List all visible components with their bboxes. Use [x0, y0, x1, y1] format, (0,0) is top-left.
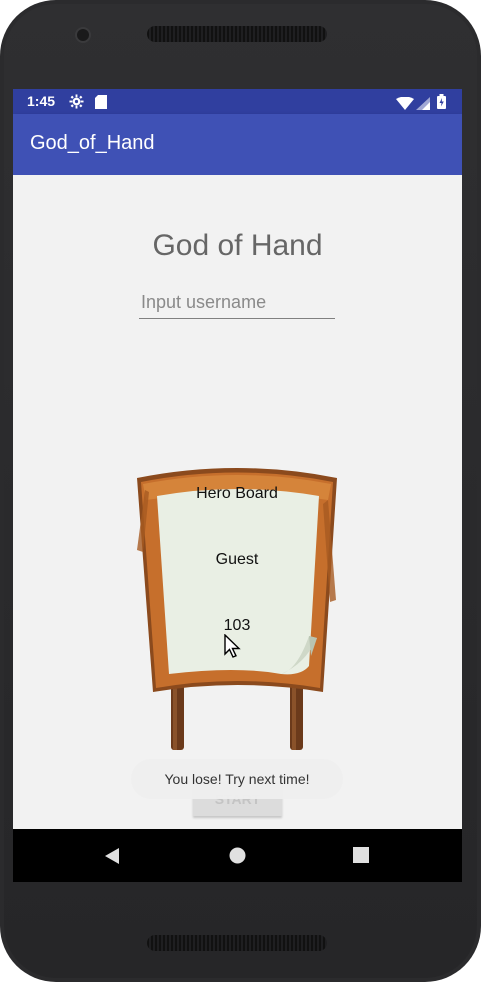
hero-board: Hero Board Guest 103	[131, 460, 343, 760]
bottom-speaker-grille	[147, 935, 327, 951]
device-screen: 1:45 God_of_Hand God of Hand Input usern…	[13, 89, 462, 882]
battery-icon	[437, 94, 446, 113]
board-player-name: Guest	[215, 551, 259, 568]
board-score: 103	[223, 617, 251, 634]
main-content: God of Hand Input username Hero Board Gu…	[13, 175, 462, 829]
back-icon[interactable]	[103, 847, 121, 869]
game-title: God of Hand	[152, 229, 323, 262]
app-title: God_of_Hand	[30, 132, 155, 154]
phone-frame: 1:45 God_of_Hand God of Hand Input usern…	[0, 0, 481, 982]
board-title: Hero Board	[196, 485, 278, 502]
toast-message: You lose! Try next time!	[131, 759, 343, 799]
wooden-sign-icon	[137, 468, 337, 750]
navigation-bar	[13, 829, 462, 882]
mouse-cursor-icon	[224, 633, 242, 663]
top-speaker-grille	[147, 26, 327, 42]
app-bar: God_of_Hand	[13, 114, 462, 175]
status-bar: 1:45	[13, 89, 462, 114]
signal-icon	[416, 95, 430, 114]
front-camera	[75, 27, 91, 43]
home-icon[interactable]	[229, 847, 246, 868]
sd-card-icon	[95, 94, 107, 113]
username-input[interactable]	[139, 287, 335, 319]
status-time: 1:45	[27, 93, 56, 109]
gear-icon	[69, 94, 84, 113]
wifi-icon	[396, 95, 414, 114]
recents-icon[interactable]	[353, 847, 369, 867]
